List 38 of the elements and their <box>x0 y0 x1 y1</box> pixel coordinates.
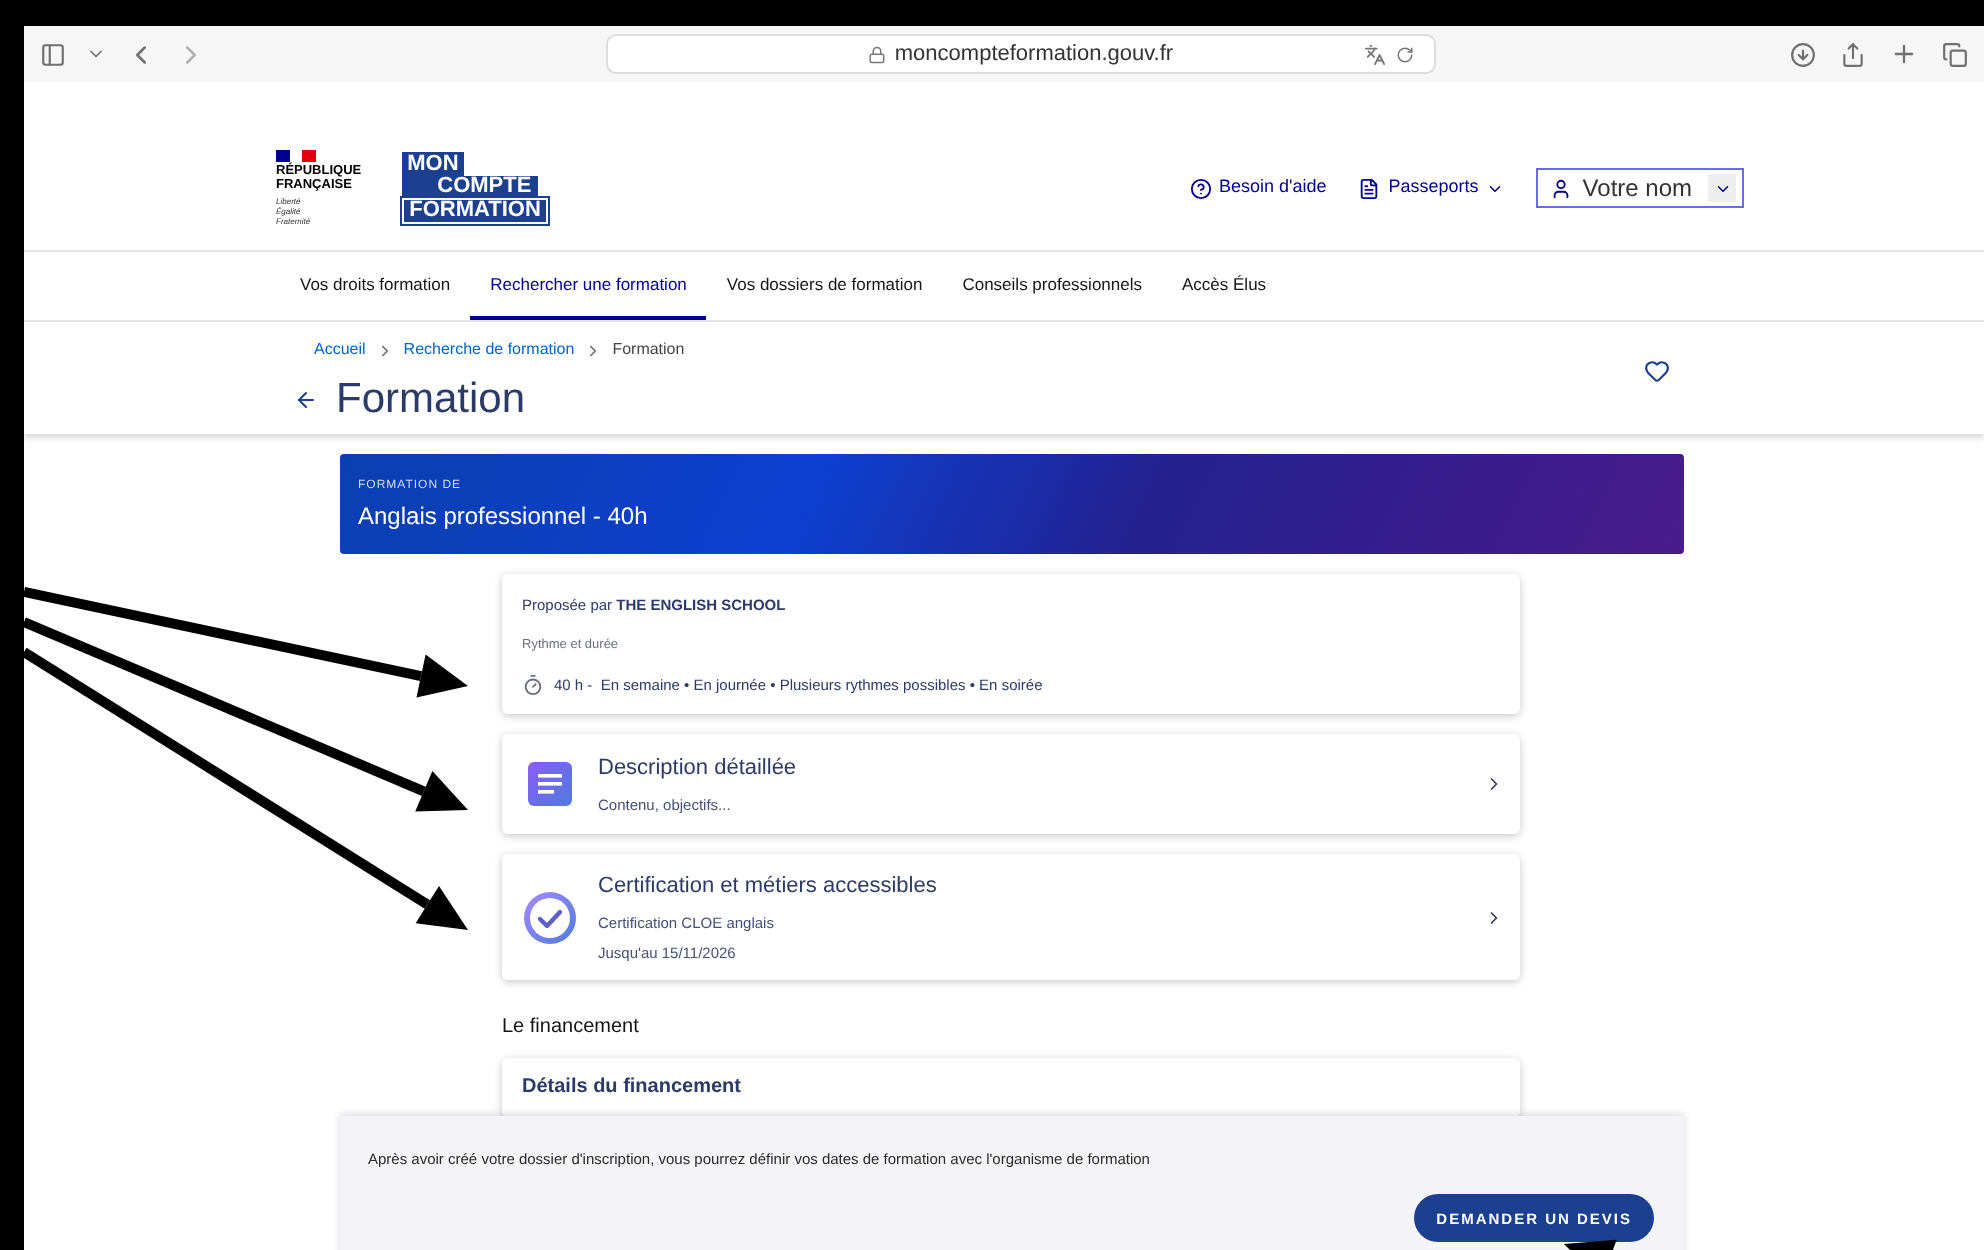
document-icon <box>1358 177 1381 199</box>
stopwatch-icon <box>522 674 544 697</box>
page-title: Formation <box>336 374 526 426</box>
nav-tab[interactable]: Rechercher une formation <box>470 252 707 320</box>
lock-icon <box>868 45 887 63</box>
badge-check-icon <box>522 889 578 946</box>
reload-icon[interactable] <box>1396 45 1414 63</box>
breadcrumb-link[interactable]: Recherche de formation <box>403 338 575 362</box>
help-icon <box>1189 177 1211 199</box>
header-link[interactable]: Passeports <box>1358 174 1505 202</box>
header-link[interactable]: Besoin d'aide <box>1189 174 1327 202</box>
chevron-down-icon <box>1708 174 1736 202</box>
nav-tab[interactable]: Vos droits formation <box>280 252 471 320</box>
share-icon[interactable] <box>1840 41 1866 67</box>
annotation-arrow <box>1564 1239 1617 1250</box>
translate-icon[interactable] <box>1364 43 1386 65</box>
user-icon <box>1550 177 1573 199</box>
nav-tab[interactable]: Accès Élus <box>1162 252 1287 320</box>
document-lines-icon <box>528 762 572 807</box>
section-title: Certification et métiers accessibles <box>598 872 937 903</box>
breadcrumb-current-page: Formation <box>612 338 685 362</box>
back-arrow-icon[interactable] <box>294 388 318 412</box>
financing-heading: Le financement <box>502 1014 639 1043</box>
sidebar-icon[interactable] <box>40 41 66 67</box>
financing-card-title: Détails du financement <box>522 1076 741 1099</box>
address-bar[interactable]: moncompteformation.gouv.fr <box>606 34 1436 74</box>
section-title: Description détaillée <box>598 754 797 785</box>
url-text: moncompteformation.gouv.fr <box>894 39 1174 70</box>
nav-tab[interactable]: Conseils professionnels <box>942 252 1162 320</box>
user-menu-button[interactable]: Votre nom <box>1536 168 1744 208</box>
banner-title: Anglais professionnel - 40h <box>358 500 648 534</box>
brand-logo: MON COMPTE FORMATION <box>401 152 549 224</box>
breadcrumb-link[interactable]: Accueil <box>314 338 366 362</box>
favorite-icon[interactable] <box>1644 358 1670 384</box>
download-icon[interactable] <box>1790 41 1816 67</box>
nav-tab[interactable]: Vos dossiers de formation <box>706 252 943 320</box>
tabs-icon[interactable] <box>1942 41 1968 67</box>
new-tab-icon[interactable] <box>1890 40 1918 68</box>
